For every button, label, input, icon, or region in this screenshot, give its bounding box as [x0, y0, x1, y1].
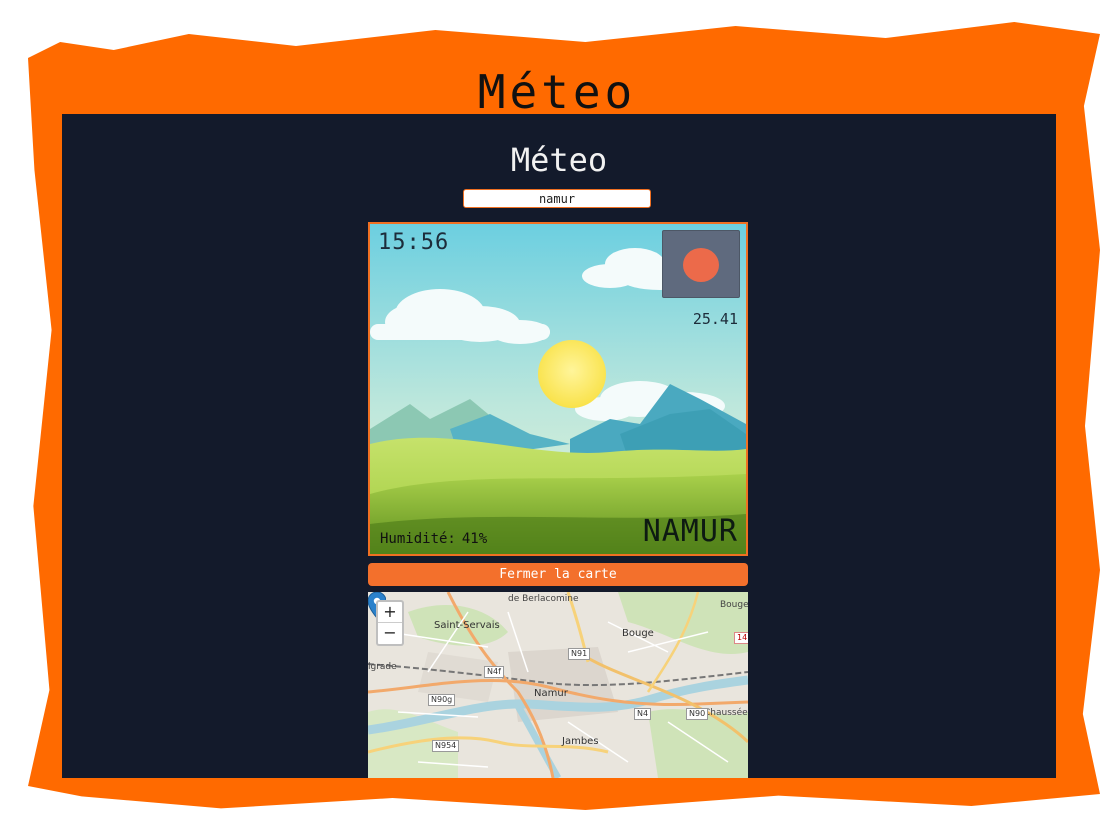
app-panel: Méteo namur 15:56 25.41 Humidité: 41% NA… [62, 114, 1056, 778]
city-map[interactable]: de Berlacomine Saint-Servais Bouge Bouge… [368, 592, 748, 778]
humidity-readout: Humidité: 41% [380, 530, 487, 548]
map-place-label: Bouge [622, 628, 654, 639]
map-road-label: N4 [634, 708, 652, 720]
humidity-value: 41% [461, 531, 488, 547]
map-zoom-control: + − [376, 600, 404, 646]
current-time: 15:56 [378, 230, 450, 255]
page-title: Méteo [510, 141, 608, 179]
sun-icon [538, 340, 606, 408]
map-place-label: Namur [534, 688, 568, 699]
zoom-in-button[interactable]: + [378, 602, 402, 623]
map-road-label: N954 [432, 740, 460, 752]
close-map-button[interactable]: Fermer la carte [368, 563, 748, 586]
zoom-out-button[interactable]: − [378, 623, 402, 643]
city-name: NAMUR [642, 514, 738, 549]
map-road-label: N4f [484, 666, 504, 678]
map-road-label: N91 [568, 648, 591, 660]
map-tiles [368, 592, 748, 778]
weather-status-icon [662, 230, 740, 298]
humidity-label: Humidité: [380, 531, 456, 547]
weather-card: 15:56 25.41 Humidité: 41% NAMUR [368, 222, 748, 556]
map-place-label: Bouge [720, 600, 748, 610]
frame-title: Méteo [477, 65, 637, 119]
temperature-value: 25.41 [692, 310, 738, 328]
map-place-label: Jambes [562, 736, 599, 747]
map-place-label: de Berlacomine [508, 594, 579, 604]
city-search-input[interactable] [463, 189, 651, 208]
map-road-label: 14 [734, 632, 748, 644]
map-place-label: Saint-Servais [434, 620, 500, 631]
map-place-label: Chaussée de [704, 708, 748, 718]
map-road-label: N90g [428, 694, 456, 706]
sun-icon [683, 248, 719, 282]
map-road-label: N90 [686, 708, 709, 720]
map-place-label: lgrade [368, 662, 397, 672]
